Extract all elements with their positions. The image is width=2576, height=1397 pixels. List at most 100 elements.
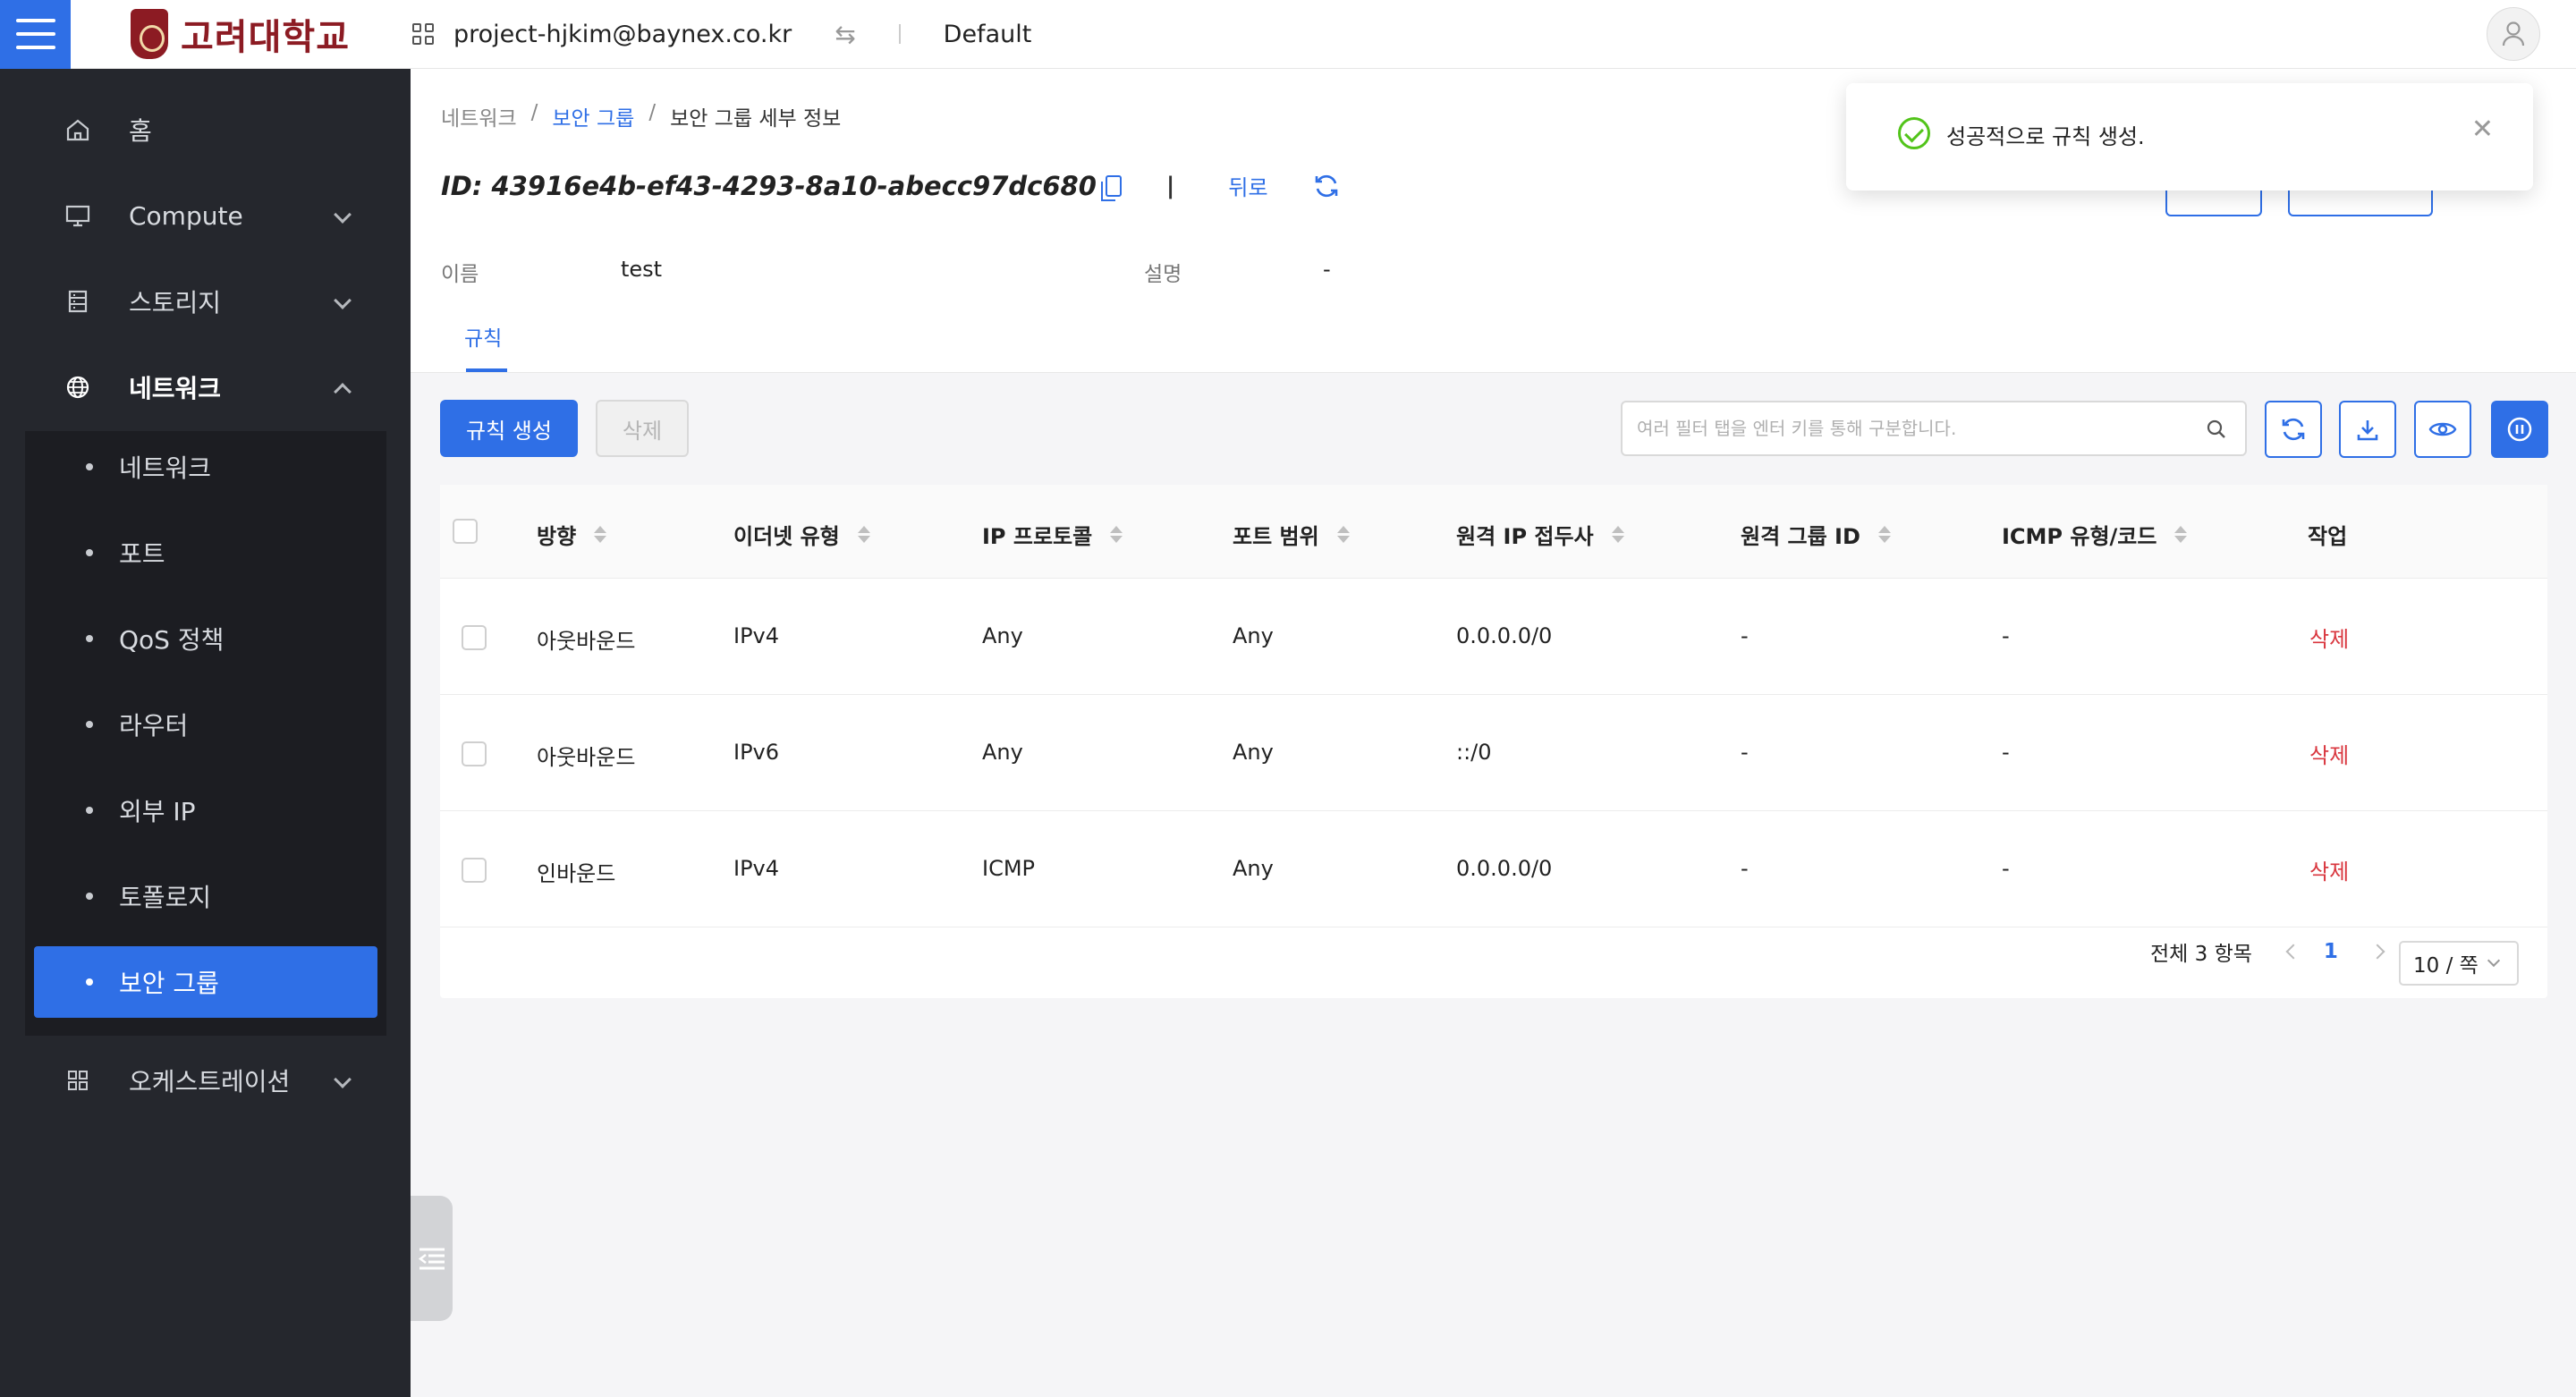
cell-protocol: Any [982, 740, 1023, 765]
row-delete-link[interactable]: 삭제 [2309, 622, 2349, 653]
pause-auto-refresh-button[interactable] [2491, 401, 2548, 458]
back-link[interactable]: 뒤로 [1228, 170, 1267, 201]
project-selector[interactable]: project-hjkim@baynex.co.kr [412, 21, 792, 48]
filter-search [1621, 401, 2247, 456]
project-name: project-hjkim@baynex.co.kr [453, 20, 792, 48]
delete-button[interactable]: 삭제 [596, 400, 689, 457]
breadcrumb-security-group[interactable]: 보안 그룹 [552, 101, 634, 131]
chevron-down-icon [334, 292, 352, 309]
column-header-icmp-type-code[interactable]: ICMP 유형/코드 [2002, 519, 2188, 550]
home-icon [66, 119, 89, 141]
select-all-checkbox[interactable] [453, 519, 478, 544]
bullet-icon [86, 635, 93, 642]
sidebar-item-router[interactable]: 라우터 [34, 689, 377, 760]
user-icon [2502, 21, 2525, 47]
sidebar-item-storage[interactable]: 스토리지 [0, 275, 411, 328]
bullet-icon [86, 807, 93, 814]
row-delete-link[interactable]: 삭제 [2309, 738, 2349, 769]
bullet-icon [86, 549, 93, 556]
id-divider: | [1165, 172, 1175, 199]
cell-protocol: ICMP [982, 856, 1036, 881]
hamburger-menu-button[interactable] [0, 0, 71, 69]
page-number[interactable]: 1 [2324, 940, 2338, 963]
description-label: 설명 [1144, 263, 1182, 286]
bullet-icon [86, 978, 93, 986]
resource-id-row: ID: 43916e4b-ef43-4293-8a10-abecc97dc680… [441, 170, 1340, 201]
bullet-icon [86, 893, 93, 900]
sidebar-item-home[interactable]: 홈 [0, 103, 411, 157]
breadcrumb-network[interactable]: 네트워크 [441, 101, 517, 131]
logo-text: 고려대학교 [181, 17, 350, 58]
sort-icon [2174, 526, 2188, 543]
eye-icon [2428, 422, 2457, 436]
sidebar-item-orchestration[interactable]: 오케스트레이션 [0, 1054, 411, 1107]
sidebar-item-networks[interactable]: 네트워크 [34, 431, 377, 503]
name-label: 이름 [441, 263, 479, 286]
prev-page-icon[interactable] [2285, 944, 2301, 960]
column-header-ip-protocol[interactable]: IP 프로토콜 [982, 519, 1123, 550]
breadcrumb-separator: / [530, 101, 538, 124]
cell-remote-group: - [1741, 740, 1749, 765]
column-header-actions: 작업 [2308, 524, 2348, 549]
resource-id: ID: 43916e4b-ef43-4293-8a10-abecc97dc680 [441, 170, 1097, 201]
sidebar-item-ports[interactable]: 포트 [34, 517, 377, 588]
university-logo[interactable]: 고려대학교 [131, 8, 350, 60]
column-header-direction[interactable]: 방향 [537, 519, 607, 550]
table-row: 아웃바운드 IPv4 Any Any 0.0.0.0/0 - - 삭제 [440, 579, 2547, 695]
crest-icon [131, 9, 168, 59]
tab-rules[interactable]: 규칙 [464, 321, 502, 351]
table-row: 아웃바운드 IPv6 Any Any ::/0 - - 삭제 [440, 695, 2547, 811]
column-header-remote-ip-prefix[interactable]: 원격 IP 접두사 [1456, 519, 1624, 550]
pagination: 전체 3 항목 1 [2150, 936, 2385, 967]
swap-icon[interactable]: ⇆ [835, 20, 855, 49]
page-size-select[interactable]: 10 / 쪽 [2399, 941, 2519, 986]
sidebar-item-floating-ip[interactable]: 외부 IP [34, 775, 377, 846]
globe-icon [66, 376, 89, 399]
active-tab-indicator [466, 368, 507, 372]
column-header-ethertype[interactable]: 이더넷 유형 [733, 519, 870, 550]
network-submenu: 네트워크 포트 QoS 정책 라우터 외부 IP 토폴로지 보안 그룹 [25, 431, 386, 1036]
domain-name[interactable]: Default [944, 21, 1032, 48]
grid-icon [412, 23, 434, 45]
sidebar-item-security-group[interactable]: 보안 그룹 [34, 946, 377, 1018]
sidebar-item-network[interactable]: 네트워크 [0, 360, 411, 414]
chevron-down-icon [334, 1071, 352, 1088]
search-icon[interactable] [2206, 419, 2227, 440]
top-header: 고려대학교 project-hjkim@baynex.co.kr ⇆ Defau… [0, 0, 2576, 69]
sort-icon [1877, 526, 1891, 543]
refresh-icon[interactable] [1313, 173, 1340, 199]
row-checkbox[interactable] [462, 625, 487, 650]
copy-icon[interactable] [1100, 174, 1122, 201]
user-avatar[interactable] [2487, 7, 2540, 61]
cell-port-range: Any [1233, 856, 1274, 881]
row-checkbox[interactable] [462, 858, 487, 883]
cell-icmp: - [2002, 623, 2010, 648]
notification-message: 성공적으로 규칙 생성. [1946, 124, 2145, 149]
column-header-port-range[interactable]: 포트 범위 [1233, 519, 1350, 550]
refresh-button[interactable] [2265, 401, 2322, 458]
row-delete-link[interactable]: 삭제 [2309, 854, 2349, 885]
cell-icmp: - [2002, 740, 2010, 765]
sidebar-item-compute[interactable]: Compute [0, 189, 411, 242]
column-header-remote-group-id[interactable]: 원격 그룹 ID [1741, 519, 1891, 550]
cell-ethertype: IPv6 [733, 740, 780, 765]
row-checkbox[interactable] [462, 741, 487, 766]
refresh-icon [2282, 418, 2305, 441]
sidebar-item-qos-policy[interactable]: QoS 정책 [34, 603, 377, 674]
create-rule-button[interactable]: 규칙 생성 [440, 400, 578, 457]
total-count: 전체 3 항목 [2150, 943, 2252, 966]
cell-remote-ip: ::/0 [1456, 740, 1492, 765]
bullet-icon [86, 721, 93, 728]
cell-ethertype: IPv4 [733, 623, 780, 648]
column-visibility-button[interactable] [2414, 401, 2471, 458]
search-input[interactable] [1637, 415, 2174, 442]
download-icon [2357, 420, 2378, 441]
close-icon[interactable]: ✕ [2471, 114, 2494, 145]
description-value: - [1323, 257, 1331, 282]
next-page-icon[interactable] [2369, 944, 2385, 960]
chevron-down-icon [334, 206, 352, 224]
sidebar-collapse-button[interactable] [411, 1196, 453, 1321]
download-button[interactable] [2339, 401, 2396, 458]
cell-port-range: Any [1233, 623, 1274, 648]
sidebar-item-topology[interactable]: 토폴로지 [34, 860, 377, 932]
